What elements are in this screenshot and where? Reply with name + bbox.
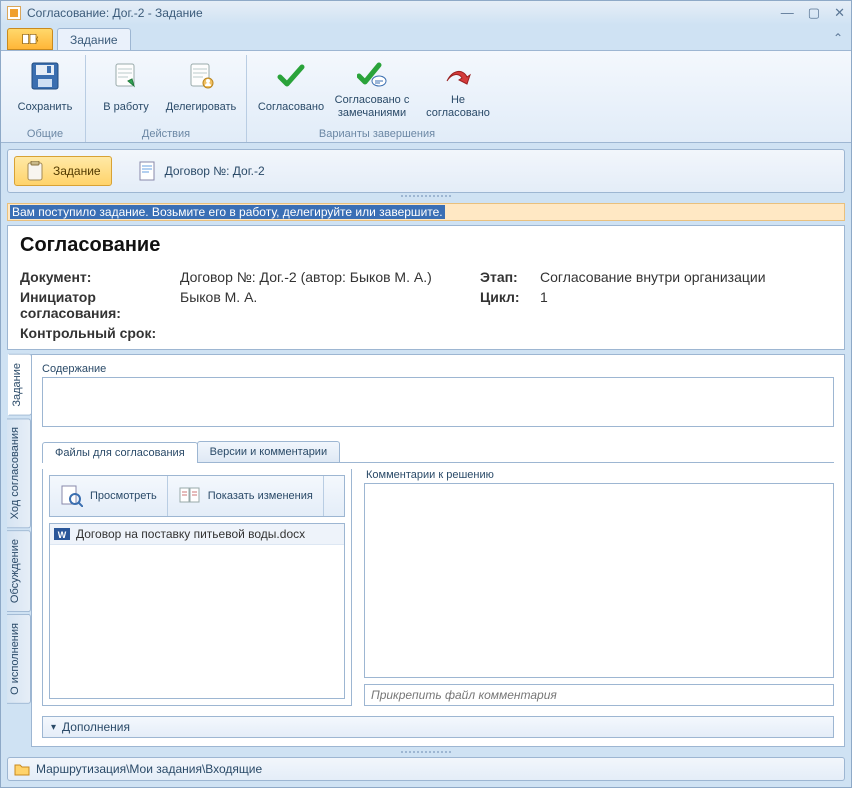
nav-bar: Задание Договор №: Дог.-2	[7, 149, 845, 193]
rejected-label: Не согласовано	[418, 94, 498, 120]
label-initiator: Инициатор согласования:	[20, 289, 180, 321]
vtab-exec[interactable]: О исполнения	[7, 614, 31, 704]
label-deadline: Контрольный срок:	[20, 325, 480, 341]
comments-box[interactable]	[364, 483, 834, 678]
horizontal-tabs: Файлы для согласования Версии и коммента…	[42, 441, 834, 463]
additions-expander[interactable]: ▾ Дополнения	[42, 716, 834, 738]
value-stage: Согласование внутри организации	[540, 269, 832, 285]
group-label-finish: Варианты завершения	[319, 128, 435, 142]
window-controls: — ▢ ✕	[781, 5, 845, 21]
delegate-button[interactable]: Делегировать	[162, 57, 240, 123]
group-label-general: Общие	[27, 128, 63, 142]
folder-icon	[14, 762, 30, 776]
file-name: Договор на поставку питьевой воды.docx	[76, 527, 305, 541]
content-input[interactable]	[42, 377, 834, 427]
compare-icon	[178, 484, 202, 508]
word-icon: W	[54, 526, 70, 542]
list-item[interactable]: W Договор на поставку питьевой воды.docx	[50, 524, 344, 545]
gripper[interactable]	[7, 195, 845, 201]
group-label-actions: Действия	[142, 128, 190, 142]
comments-pane: Комментарии к решению Прикрепить файл ко…	[364, 469, 834, 706]
attach-comment-input[interactable]: Прикрепить файл комментария	[364, 684, 834, 706]
body-area: Задание Ход согласования Обсуждение О ис…	[7, 354, 845, 747]
reject-icon	[442, 60, 474, 92]
content-label: Содержание	[32, 355, 844, 377]
magnifier-icon	[60, 484, 84, 508]
ribbon-tab-task[interactable]: Задание	[57, 28, 131, 50]
maximize-button[interactable]: ▢	[808, 5, 820, 21]
file-toolbar: Просмотреть Показать изменения	[49, 475, 345, 517]
approved-button[interactable]: Согласовано	[253, 57, 329, 123]
body-panel: Содержание Файлы для согласования Версии…	[31, 354, 845, 747]
file-area: Просмотреть Показать изменения	[42, 463, 834, 706]
minimize-button[interactable]: —	[781, 5, 794, 21]
statusbar: Маршрутизация\Мои задания\Входящие	[7, 757, 845, 781]
value-initiator: Быков М. А.	[180, 289, 480, 321]
ribbon-tabs: Задание ⌃	[1, 25, 851, 51]
value-document: Договор №: Дог.-2 (автор: Быков М. А.)	[180, 269, 480, 285]
close-button[interactable]: ✕	[834, 5, 845, 21]
label-stage: Этап:	[480, 269, 540, 285]
value-deadline	[480, 325, 832, 341]
approved-notes-label: Согласовано с замечаниями	[334, 94, 410, 120]
view-file-label: Просмотреть	[90, 490, 157, 503]
check-note-icon	[356, 60, 388, 92]
show-changes-button[interactable]: Показать изменения	[168, 476, 324, 516]
titlebar: Согласование: Дог.-2 - Задание — ▢ ✕	[1, 1, 851, 25]
page-title: Согласование	[20, 234, 832, 257]
header-panel: Согласование Документ: Договор №: Дог.-2…	[7, 225, 845, 350]
chevron-down-icon: ▾	[51, 722, 56, 733]
app-icon	[7, 6, 21, 20]
ribbon-collapse-icon[interactable]: ⌃	[833, 31, 843, 45]
approved-label: Согласовано	[258, 94, 324, 120]
to-work-label: В работу	[103, 94, 148, 120]
document-icon	[137, 161, 157, 181]
comments-label: Комментарии к решению	[364, 469, 834, 483]
vtab-flow[interactable]: Ход согласования	[7, 418, 31, 528]
delegate-label: Делегировать	[166, 94, 237, 120]
nav-document[interactable]: Договор №: Дог.-2	[126, 156, 276, 186]
file-pane: Просмотреть Показать изменения	[42, 469, 352, 706]
save-button[interactable]: Сохранить	[11, 57, 79, 123]
htab-versions[interactable]: Версии и комментарии	[197, 441, 340, 462]
view-file-button[interactable]: Просмотреть	[50, 476, 168, 516]
label-document: Документ:	[20, 269, 180, 285]
nav-document-label: Договор №: Дог.-2	[165, 164, 265, 178]
svg-text:W: W	[58, 530, 67, 540]
header-fields: Документ: Договор №: Дог.-2 (автор: Быко…	[20, 269, 832, 341]
book-icon	[22, 32, 38, 46]
additions-label: Дополнения	[62, 720, 130, 734]
ribbon-group-general: Сохранить Общие	[5, 55, 86, 142]
app-menu-button[interactable]	[7, 28, 53, 50]
info-banner: Вам поступило задание. Возьмите его в ра…	[7, 203, 845, 221]
ribbon-group-actions: В работу Делегировать Дейст	[86, 55, 247, 142]
clipboard-icon	[25, 161, 45, 181]
delegate-icon	[185, 60, 217, 92]
to-work-icon	[110, 60, 142, 92]
to-work-button[interactable]: В работу	[92, 57, 160, 123]
label-cycle: Цикл:	[480, 289, 540, 321]
floppy-icon	[29, 60, 61, 92]
vtab-task[interactable]: Задание	[8, 354, 32, 416]
vertical-tabs: Задание Ход согласования Обсуждение О ис…	[7, 354, 31, 747]
save-label: Сохранить	[18, 94, 73, 120]
nav-task-label: Задание	[53, 164, 101, 178]
nav-task[interactable]: Задание	[14, 156, 112, 186]
window-title: Согласование: Дог.-2 - Задание	[27, 6, 203, 20]
statusbar-path: Маршрутизация\Мои задания\Входящие	[36, 762, 262, 776]
rejected-button[interactable]: Не согласовано	[415, 57, 501, 123]
show-changes-label: Показать изменения	[208, 490, 313, 503]
file-list[interactable]: W Договор на поставку питьевой воды.docx	[49, 523, 345, 699]
htab-files[interactable]: Файлы для согласования	[42, 442, 198, 463]
value-cycle: 1	[540, 289, 832, 321]
ribbon-group-finish: Согласовано Согласовано с замечаниями	[247, 55, 507, 142]
check-icon	[275, 60, 307, 92]
approved-notes-button[interactable]: Согласовано с замечаниями	[331, 57, 413, 123]
info-banner-text: Вам поступило задание. Возьмите его в ра…	[10, 205, 445, 219]
vtab-discussion[interactable]: Обсуждение	[7, 530, 31, 612]
ribbon: Сохранить Общие В работу	[1, 51, 851, 143]
